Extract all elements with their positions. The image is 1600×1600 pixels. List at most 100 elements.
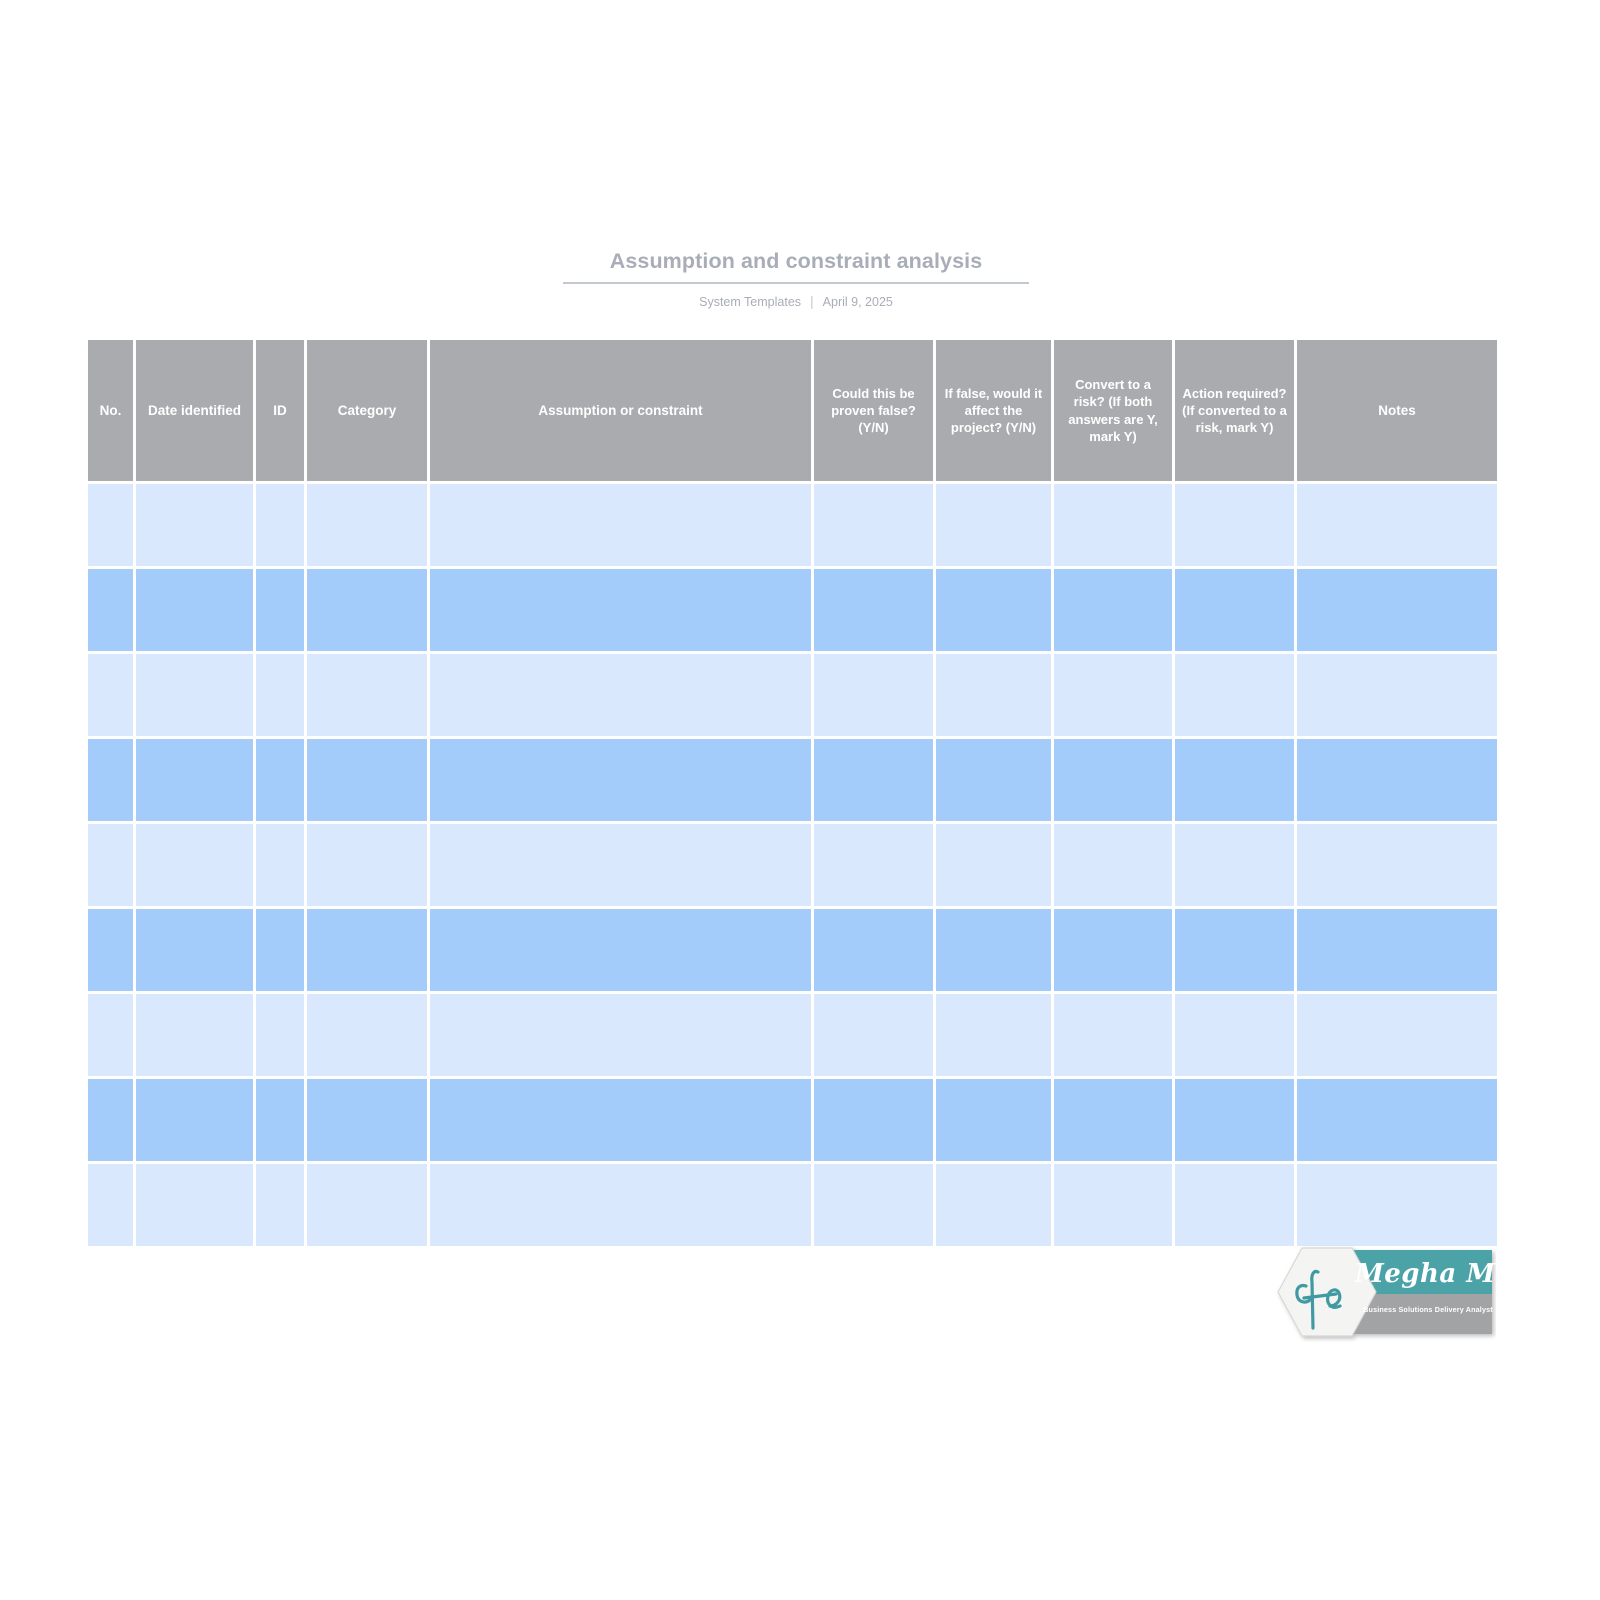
cell-would-affect-project[interactable] [936,1164,1051,1246]
cell-action-required[interactable] [1175,1164,1294,1246]
column-header-could-be-proven-false[interactable]: Could this be proven false? (Y/N) [814,340,933,481]
cell-assumption[interactable] [430,484,811,566]
column-header-assumption[interactable]: Assumption or constraint [430,340,811,481]
cell-assumption[interactable] [430,739,811,821]
cell-id[interactable] [256,1164,304,1246]
cell-date[interactable] [136,909,253,991]
cell-date[interactable] [136,1079,253,1161]
cell-would-affect-project[interactable] [936,569,1051,651]
column-header-id[interactable]: ID [256,340,304,481]
cell-category[interactable] [307,739,427,821]
cell-would-affect-project[interactable] [936,1079,1051,1161]
cell-id[interactable] [256,909,304,991]
table-row[interactable] [88,1164,1497,1246]
cell-id[interactable] [256,654,304,736]
cell-could-be-proven-false[interactable] [814,739,933,821]
column-header-category[interactable]: Category [307,340,427,481]
cell-could-be-proven-false[interactable] [814,654,933,736]
cell-date[interactable] [136,484,253,566]
cell-notes[interactable] [1297,1079,1497,1161]
cell-convert-to-risk[interactable] [1054,994,1172,1076]
cell-action-required[interactable] [1175,824,1294,906]
cell-assumption[interactable] [430,569,811,651]
cell-would-affect-project[interactable] [936,654,1051,736]
cell-id[interactable] [256,994,304,1076]
cell-date[interactable] [136,569,253,651]
cell-category[interactable] [307,654,427,736]
cell-category[interactable] [307,569,427,651]
cell-no[interactable] [88,824,133,906]
column-header-date[interactable]: Date identified [136,340,253,481]
cell-notes[interactable] [1297,994,1497,1076]
cell-date[interactable] [136,739,253,821]
cell-convert-to-risk[interactable] [1054,1164,1172,1246]
table-row[interactable] [88,654,1497,736]
table-row[interactable] [88,1079,1497,1161]
cell-notes[interactable] [1297,824,1497,906]
column-header-no[interactable]: No. [88,340,133,481]
cell-action-required[interactable] [1175,484,1294,566]
cell-action-required[interactable] [1175,1079,1294,1161]
cell-would-affect-project[interactable] [936,824,1051,906]
cell-id[interactable] [256,824,304,906]
cell-category[interactable] [307,484,427,566]
cell-category[interactable] [307,824,427,906]
cell-would-affect-project[interactable] [936,739,1051,821]
cell-would-affect-project[interactable] [936,484,1051,566]
cell-no[interactable] [88,569,133,651]
cell-could-be-proven-false[interactable] [814,484,933,566]
cell-could-be-proven-false[interactable] [814,824,933,906]
cell-convert-to-risk[interactable] [1054,569,1172,651]
column-header-action-required[interactable]: Action required? (If converted to a risk… [1175,340,1294,481]
cell-no[interactable] [88,994,133,1076]
cell-notes[interactable] [1297,739,1497,821]
cell-would-affect-project[interactable] [936,909,1051,991]
cell-category[interactable] [307,1164,427,1246]
cell-action-required[interactable] [1175,654,1294,736]
cell-category[interactable] [307,909,427,991]
cell-convert-to-risk[interactable] [1054,654,1172,736]
cell-action-required[interactable] [1175,909,1294,991]
cell-convert-to-risk[interactable] [1054,739,1172,821]
column-header-notes[interactable]: Notes [1297,340,1497,481]
cell-could-be-proven-false[interactable] [814,569,933,651]
cell-assumption[interactable] [430,909,811,991]
cell-assumption[interactable] [430,824,811,906]
cell-category[interactable] [307,994,427,1076]
cell-convert-to-risk[interactable] [1054,824,1172,906]
cell-notes[interactable] [1297,654,1497,736]
cell-action-required[interactable] [1175,739,1294,821]
cell-no[interactable] [88,654,133,736]
cell-action-required[interactable] [1175,994,1294,1076]
cell-would-affect-project[interactable] [936,994,1051,1076]
column-header-would-affect-project[interactable]: If false, would it affect the project? (… [936,340,1051,481]
cell-no[interactable] [88,909,133,991]
table-row[interactable] [88,824,1497,906]
cell-notes[interactable] [1297,484,1497,566]
cell-category[interactable] [307,1079,427,1161]
cell-could-be-proven-false[interactable] [814,1164,933,1246]
cell-id[interactable] [256,569,304,651]
cell-notes[interactable] [1297,909,1497,991]
cell-convert-to-risk[interactable] [1054,1079,1172,1161]
cell-assumption[interactable] [430,1079,811,1161]
cell-id[interactable] [256,1079,304,1161]
cell-convert-to-risk[interactable] [1054,484,1172,566]
cell-id[interactable] [256,484,304,566]
cell-action-required[interactable] [1175,569,1294,651]
cell-no[interactable] [88,1164,133,1246]
table-row[interactable] [88,484,1497,566]
table-row[interactable] [88,909,1497,991]
column-header-convert-to-risk[interactable]: Convert to a risk? (If both answers are … [1054,340,1172,481]
cell-convert-to-risk[interactable] [1054,909,1172,991]
cell-no[interactable] [88,484,133,566]
cell-assumption[interactable] [430,1164,811,1246]
table-row[interactable] [88,569,1497,651]
cell-could-be-proven-false[interactable] [814,909,933,991]
cell-notes[interactable] [1297,1164,1497,1246]
cell-could-be-proven-false[interactable] [814,1079,933,1161]
cell-date[interactable] [136,824,253,906]
table-row[interactable] [88,994,1497,1076]
cell-no[interactable] [88,1079,133,1161]
cell-assumption[interactable] [430,994,811,1076]
